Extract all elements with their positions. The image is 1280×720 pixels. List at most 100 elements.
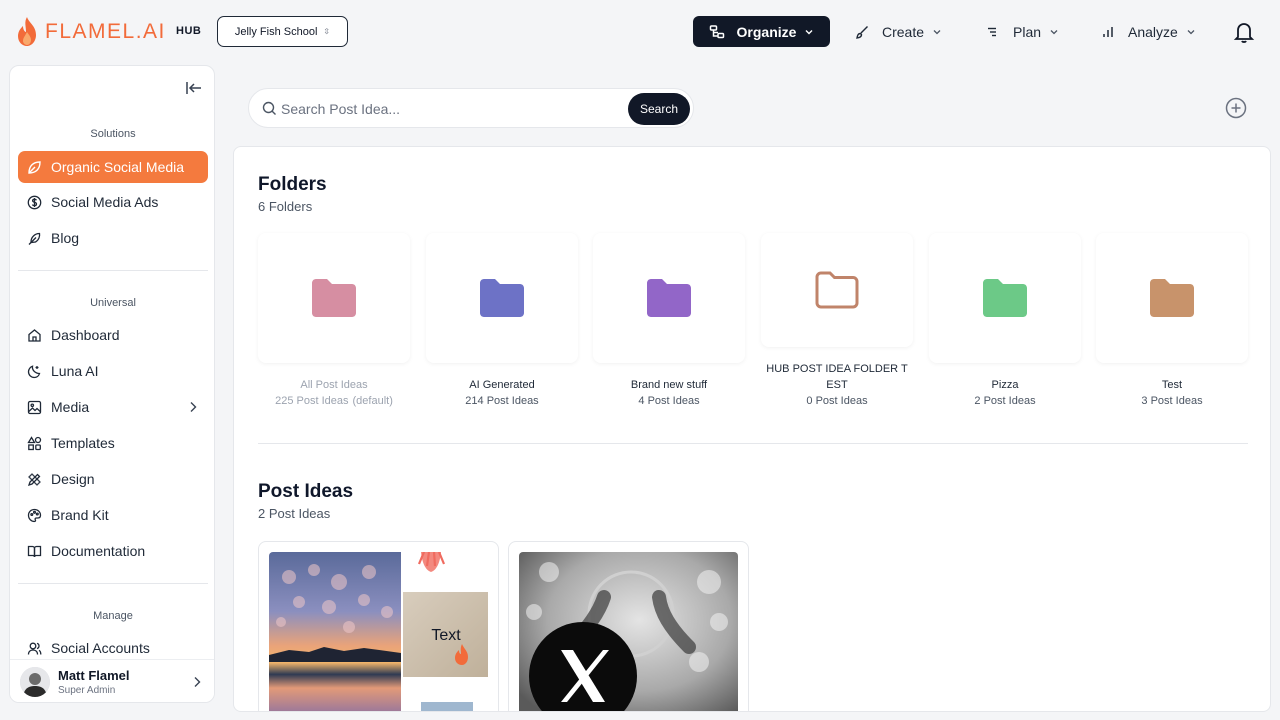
collapse-sidebar-icon[interactable] xyxy=(185,80,203,96)
flame-icon xyxy=(18,17,36,46)
sidebar-item-label: Luna AI xyxy=(51,363,99,379)
folder-name: Pizza xyxy=(991,379,1019,391)
home-icon xyxy=(27,328,42,343)
brush-icon xyxy=(854,24,870,40)
sidebar-item-label: Social Media Ads xyxy=(51,194,159,210)
folder-icon xyxy=(480,279,524,317)
post-thumbnail-text: Text xyxy=(431,627,461,644)
sidebar-item-media[interactable]: Media xyxy=(18,391,208,423)
user-profile[interactable]: Matt Flamel Super Admin xyxy=(10,659,214,702)
analyze-label: Analyze xyxy=(1128,23,1178,40)
notification-bell-icon[interactable] xyxy=(1233,20,1255,44)
pen-ruler-icon xyxy=(27,472,42,487)
sidebar-item-label: Media xyxy=(51,399,90,415)
users-icon xyxy=(27,641,42,656)
search-icon xyxy=(262,101,276,115)
user-name: Matt Flamel xyxy=(58,668,130,683)
book-icon xyxy=(27,544,42,559)
post-ideas-title: Post Ideas xyxy=(258,481,354,502)
folder-count: 3 Post Ideas xyxy=(1141,395,1203,407)
moon-icon xyxy=(27,364,42,379)
sidebar-item-design[interactable]: Design xyxy=(18,463,208,495)
sidebar-item-organic-social-media[interactable]: Organic Social Media xyxy=(18,151,208,183)
folder-name: Brand new stuff xyxy=(630,379,708,391)
folder-thumbnail xyxy=(593,233,745,363)
folder-card[interactable]: AI Generated 214 Post Ideas xyxy=(426,233,578,409)
dollar-circle-icon xyxy=(27,195,42,210)
create-label: Create xyxy=(882,23,925,40)
chevron-down-icon xyxy=(1049,27,1059,37)
sidebar-item-label: Documentation xyxy=(51,543,146,559)
workspace-name: Jelly Fish School xyxy=(234,25,318,38)
search-input[interactable] xyxy=(281,99,621,119)
organize-menu-button[interactable]: Organize xyxy=(693,16,830,47)
search-button[interactable]: Search xyxy=(628,93,690,125)
chevron-down-icon xyxy=(1186,27,1196,37)
folder-thumbnail xyxy=(761,233,913,347)
sidebar-divider xyxy=(18,583,208,584)
image-icon xyxy=(27,400,42,415)
bar-chart-icon xyxy=(1100,24,1116,40)
sidebar-item-templates[interactable]: Templates xyxy=(18,427,208,459)
top-bar: FLAMEL.AI HUB Jelly Fish School ⇳ Organi… xyxy=(0,0,1280,64)
plan-label: Plan xyxy=(1013,23,1042,40)
add-circle-icon[interactable] xyxy=(1225,97,1247,119)
sidebar-item-brand-kit[interactable]: Brand Kit xyxy=(18,499,208,531)
folder-count: 214 Post Ideas xyxy=(465,395,539,407)
folder-thumbnail xyxy=(1096,233,1248,363)
section-label-manage: Manage xyxy=(93,610,133,622)
sidebar-item-documentation[interactable]: Documentation xyxy=(18,535,208,567)
organize-label: Organize xyxy=(736,23,797,40)
folder-count: 0 Post Ideas xyxy=(806,395,868,407)
folder-outline-icon xyxy=(815,271,859,309)
sidebar-item-label: Dashboard xyxy=(51,327,120,343)
sidebar: Solutions Organic Social Media Social Me… xyxy=(9,65,215,703)
folder-thumbnail xyxy=(929,233,1081,363)
sidebar-item-blog[interactable]: Blog xyxy=(18,222,208,254)
main-panel: Folders 6 Folders All Post Ideas 225 Pos… xyxy=(233,146,1271,712)
updown-chevron-icon: ⇳ xyxy=(323,27,331,36)
palette-icon xyxy=(27,508,42,523)
post-idea-card[interactable]: Text xyxy=(258,541,499,711)
folder-card[interactable]: All Post Ideas 225 Post Ideas (default) xyxy=(258,233,410,409)
section-label-solutions: Solutions xyxy=(90,128,136,140)
feather-icon xyxy=(27,231,42,246)
plan-menu-button[interactable]: Plan xyxy=(985,16,1059,47)
user-role: Super Admin xyxy=(58,685,116,696)
post-thumbnail xyxy=(519,552,738,711)
sidebar-item-label: Design xyxy=(51,471,95,487)
folder-card[interactable]: Pizza 2 Post Ideas xyxy=(929,233,1081,409)
sidebar-item-social-media-ads[interactable]: Social Media Ads xyxy=(18,186,208,218)
workspace-selector[interactable]: Jelly Fish School ⇳ xyxy=(217,16,348,47)
organize-icon xyxy=(709,24,725,40)
post-thumbnail: Text xyxy=(269,552,488,711)
folder-icon xyxy=(647,279,691,317)
chevron-down-icon xyxy=(932,27,942,37)
sidebar-item-dashboard[interactable]: Dashboard xyxy=(18,319,208,351)
sidebar-item-luna-ai[interactable]: Luna AI xyxy=(18,355,208,387)
search-bar: Search xyxy=(248,88,694,128)
chevron-right-icon xyxy=(190,402,197,412)
folder-icon xyxy=(983,279,1027,317)
folder-thumbnail xyxy=(426,233,578,363)
folder-card[interactable]: Test 3 Post Ideas xyxy=(1096,233,1248,409)
folder-icon xyxy=(312,279,356,317)
analyze-menu-button[interactable]: Analyze xyxy=(1100,16,1196,47)
shapes-icon xyxy=(27,435,42,451)
section-divider xyxy=(258,443,1248,444)
leaf-icon xyxy=(27,160,42,175)
folder-count: 2 Post Ideas xyxy=(974,395,1036,407)
sidebar-item-label: Organic Social Media xyxy=(51,159,185,175)
hub-tag: HUB xyxy=(176,25,202,37)
folder-card[interactable]: HUB POST IDEA FOLDER T EST 0 Post Ideas xyxy=(761,233,913,409)
folder-name: HUB POST IDEA FOLDER T EST xyxy=(766,363,908,391)
sidebar-item-label: Brand Kit xyxy=(51,507,109,523)
list-icon xyxy=(985,24,1001,40)
create-menu-button[interactable]: Create xyxy=(854,16,942,47)
folder-card[interactable]: Brand new stuff 4 Post Ideas xyxy=(593,233,745,409)
avatar xyxy=(20,667,50,697)
brand-logo[interactable]: FLAMEL.AI xyxy=(15,16,166,47)
folder-count: 225 Post Ideas xyxy=(275,395,349,407)
folder-name: AI Generated xyxy=(469,379,535,391)
post-idea-card[interactable] xyxy=(508,541,749,711)
